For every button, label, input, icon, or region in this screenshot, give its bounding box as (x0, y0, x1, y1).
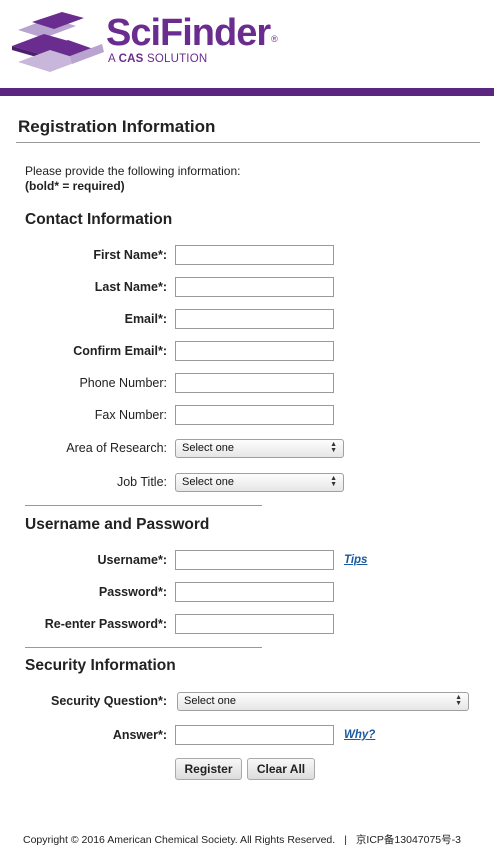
intro-line: Please provide the following information… (25, 164, 241, 178)
email-label: Email*: (124, 312, 167, 326)
security-question-label: Security Question*: (51, 694, 167, 708)
reenter-password-label: Re-enter Password*: (44, 617, 167, 631)
required-note: (bold* = required) (25, 179, 125, 193)
area-of-research-label: Area of Research: (66, 441, 167, 455)
section-divider (25, 647, 262, 648)
security-section-heading: Security Information (25, 657, 176, 674)
answer-field[interactable] (175, 725, 334, 745)
title-divider (16, 142, 480, 143)
last-name-field[interactable] (175, 277, 334, 297)
site-header: SciFinder® A CAS SOLUTION (0, 0, 494, 88)
copyright-text: Copyright © 2016 American Chemical Socie… (23, 834, 336, 846)
phone-field[interactable] (175, 373, 334, 393)
footer: Copyright © 2016 American Chemical Socie… (23, 832, 461, 847)
last-name-label: Last Name*: (94, 280, 167, 294)
area-of-research-selected: Select one (182, 442, 234, 454)
password-field[interactable] (175, 582, 334, 602)
scifinder-logo-icon (12, 12, 104, 72)
first-name-label: First Name*: (93, 248, 167, 262)
fax-label: Fax Number: (94, 408, 167, 422)
intro-text: Please provide the following information… (25, 164, 240, 194)
job-title-select[interactable]: Select one ▲ ▼ (175, 473, 344, 492)
fax-field[interactable] (175, 405, 334, 425)
contact-section-heading: Contact Information (25, 211, 173, 228)
first-name-field[interactable] (175, 245, 334, 265)
logo-wordmark: SciFinder® (106, 12, 278, 54)
email-field[interactable] (175, 309, 334, 329)
security-question-selected: Select one (184, 695, 236, 707)
select-arrows-icon: ▲ ▼ (330, 475, 337, 488)
area-of-research-select[interactable]: Select one ▲ ▼ (175, 439, 344, 458)
username-field[interactable] (175, 550, 334, 570)
phone-label: Phone Number: (79, 376, 167, 390)
header-divider-bar (0, 88, 494, 96)
register-button[interactable]: Register (175, 758, 242, 780)
footer-separator: | (344, 834, 347, 846)
username-label: Username*: (97, 553, 167, 567)
icp-license-text: 京ICP备13047075号-3 (355, 834, 461, 846)
select-arrows-icon: ▲ ▼ (455, 694, 462, 707)
credentials-section-heading: Username and Password (25, 516, 210, 533)
select-arrows-icon: ▲ ▼ (330, 441, 337, 454)
answer-label: Answer*: (112, 728, 167, 742)
reenter-password-field[interactable] (175, 614, 334, 634)
why-link[interactable]: Why? (344, 729, 375, 741)
confirm-email-label: Confirm Email*: (73, 344, 167, 358)
logo-subtitle: A CAS SOLUTION (108, 53, 208, 65)
tips-link[interactable]: Tips (344, 554, 367, 566)
section-divider (25, 505, 262, 506)
job-title-label: Job Title: (116, 475, 167, 489)
confirm-email-field[interactable] (175, 341, 334, 361)
page-title: Registration Information (18, 117, 216, 136)
password-label: Password*: (98, 585, 167, 599)
job-title-selected: Select one (182, 476, 234, 488)
clear-all-button[interactable]: Clear All (247, 758, 315, 780)
security-question-select[interactable]: Select one ▲ ▼ (177, 692, 469, 711)
